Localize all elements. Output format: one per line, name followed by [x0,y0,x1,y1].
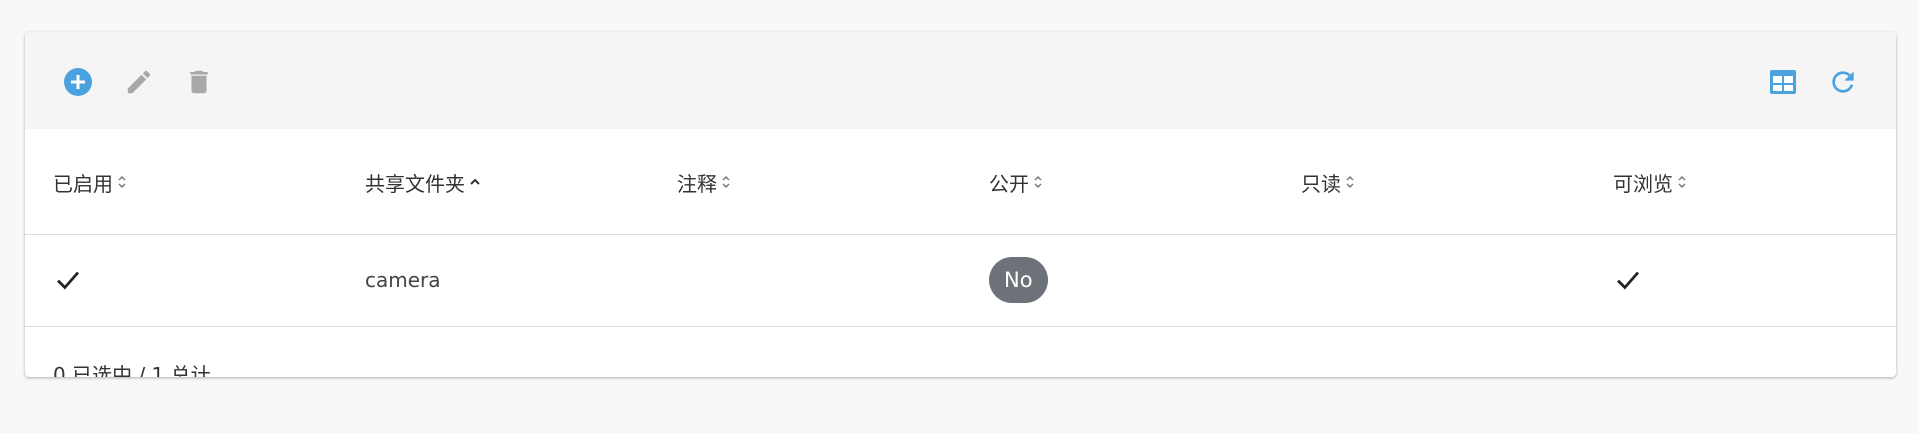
table-footer: 0 已选中 / 1 总计 [53,327,211,378]
add-button[interactable] [61,65,95,99]
delete-button[interactable] [182,65,216,99]
sort-unsorted-icon [1345,174,1355,190]
refresh-icon [1832,71,1854,93]
table-header-row: 已启用 共享文件夹 注释 公开 只读 可浏览 [25,129,1896,235]
column-header-label: 已启用 [53,171,113,196]
edit-pencil-icon [127,70,151,94]
column-header-comment[interactable]: 注释 [677,129,731,235]
cell-browsable [1613,235,1643,325]
cell-public: No [989,235,1048,325]
shared-folder-name: camera [365,268,441,292]
column-header-label: 注释 [677,171,717,196]
column-header-label: 公开 [989,171,1029,196]
delete-trash-icon [190,70,208,94]
sort-ascending-icon [469,174,481,190]
cell-shared-folder: camera [365,235,441,325]
table-row[interactable]: camera No [25,235,1896,327]
column-header-label: 只读 [1301,171,1341,196]
sort-unsorted-icon [1033,174,1043,190]
sort-unsorted-icon [117,174,127,190]
column-header-public[interactable]: 公开 [989,129,1043,235]
refresh-button[interactable] [1826,65,1860,99]
shared-folders-panel: 已启用 共享文件夹 注释 公开 只读 可浏览 camera No 0 已选中 /… [25,32,1896,377]
check-icon [1617,271,1640,290]
edit-button[interactable] [122,65,156,99]
column-header-shared-folder[interactable]: 共享文件夹 [365,129,481,235]
toolbar [25,32,1896,129]
sort-unsorted-icon [721,174,731,190]
column-header-browsable[interactable]: 可浏览 [1613,129,1687,235]
public-status-badge: No [989,257,1048,303]
table-view-icon [1770,70,1796,94]
sort-unsorted-icon [1677,174,1687,190]
check-icon [57,271,80,290]
column-header-label: 可浏览 [1613,171,1673,196]
column-header-enabled[interactable]: 已启用 [53,129,127,235]
add-circle-icon [64,68,92,96]
column-header-label: 共享文件夹 [365,171,465,196]
cell-enabled [53,235,83,325]
column-header-readonly[interactable]: 只读 [1301,129,1355,235]
selection-summary: 0 已选中 / 1 总计 [53,362,211,378]
table-view-button[interactable] [1766,65,1800,99]
